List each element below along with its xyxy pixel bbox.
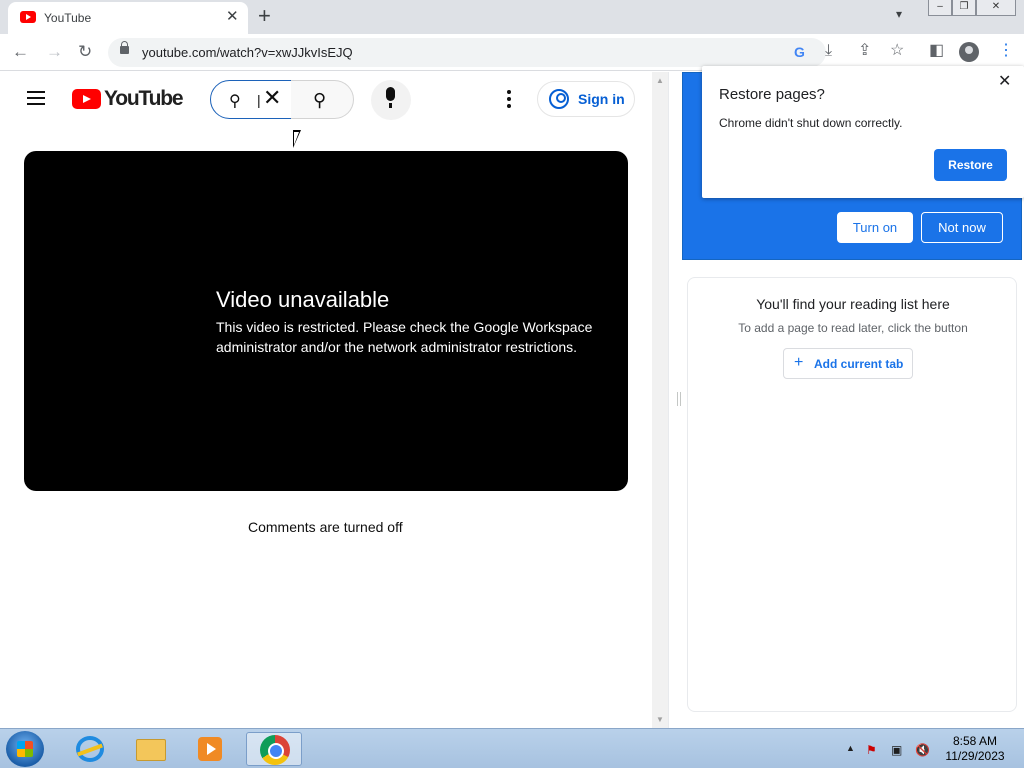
search-icon: ⚲ [229, 93, 241, 110]
show-hidden-icons-icon[interactable]: ▲ [846, 743, 855, 753]
resize-handle[interactable] [677, 392, 681, 406]
add-current-tab-label: Add current tab [814, 357, 904, 371]
turn-on-button[interactable]: Turn on [837, 212, 913, 243]
install-icon[interactable]: ⤓ [825, 42, 832, 60]
youtube-favicon-icon [20, 11, 36, 23]
minimize-button[interactable]: – [928, 0, 952, 16]
account-circle-icon [549, 89, 569, 109]
reading-list-subtitle: To add a page to read later, click the b… [738, 321, 968, 335]
google-icon[interactable]: G [794, 43, 805, 61]
search-button[interactable]: ⚲ [291, 80, 354, 119]
page-scrollbar[interactable]: ▲ ▼ [652, 72, 668, 728]
clock-time: 8:58 AM [952, 734, 998, 748]
add-current-tab-button[interactable]: + Add current tab [783, 348, 913, 379]
not-now-button[interactable]: Not now [921, 212, 1003, 243]
settings-more-icon[interactable] [507, 90, 511, 110]
restore-button[interactable]: Restore [934, 149, 1007, 181]
profile-icon[interactable] [959, 42, 979, 62]
video-unavailable-message: This video is restricted. Please check t… [216, 319, 593, 355]
restore-pages-dialog: Restore pages? Chrome didn't shut down c… [702, 66, 1024, 198]
share-icon[interactable]: ⇪ [858, 42, 871, 60]
volume-muted-icon[interactable]: 🔇 [915, 743, 930, 757]
restore-dialog-message: Chrome didn't shut down correctly. [719, 116, 903, 130]
clock-date: 11/29/2023 [945, 749, 1005, 763]
tab-strip: YouTube ✕ + ▾ – ❐ ✕ [0, 0, 1024, 34]
taskbar: ▲ ⚑ ▣ 🔇 8:58 AM 11/29/2023 [0, 728, 1024, 768]
voice-search-button[interactable] [371, 80, 411, 120]
lock-icon[interactable] [120, 41, 129, 54]
youtube-logo-text: YouTube [104, 87, 184, 110]
media-player-icon [198, 737, 222, 761]
close-icon[interactable]: ✕ [998, 73, 1011, 91]
network-icon[interactable]: ▣ [891, 743, 902, 757]
reload-icon[interactable]: ↻ [78, 42, 92, 62]
url-text[interactable]: youtube.com/watch?v=xwJJkvIsEJQ [142, 45, 353, 60]
scroll-down-icon[interactable]: ▼ [656, 715, 664, 724]
tab-youtube[interactable]: YouTube ✕ [8, 2, 248, 34]
search-input-value[interactable]: | [257, 92, 261, 108]
reading-list-title: You'll find your reading list here [756, 296, 950, 312]
clear-search-icon[interactable]: ✕ [263, 86, 281, 110]
tab-search-icon[interactable]: ▾ [896, 7, 902, 21]
video-unavailable-title: Video unavailable [216, 287, 390, 312]
plus-icon: + [794, 354, 804, 371]
youtube-play-icon [72, 89, 101, 109]
chrome-icon [260, 735, 290, 765]
internet-explorer-icon [76, 736, 104, 762]
close-window-button[interactable]: ✕ [976, 0, 1016, 16]
sign-in-label: Sign in [578, 91, 625, 107]
comments-status: Comments are turned off [248, 519, 403, 535]
tab-title: YouTube [44, 11, 92, 25]
forward-icon[interactable]: → [46, 42, 63, 62]
taskbar-media-player[interactable] [182, 732, 238, 766]
file-explorer-icon [136, 739, 166, 761]
reading-list-card: You'll find your reading list here To ad… [687, 277, 1017, 712]
menu-icon[interactable]: ⋮ [998, 42, 1014, 60]
sign-in-button[interactable]: Sign in [537, 81, 635, 117]
search-icon: ⚲ [313, 90, 327, 110]
new-tab-button[interactable]: + [258, 4, 271, 28]
tab-close-icon[interactable]: ✕ [226, 9, 239, 25]
side-panel-icon[interactable]: ◧ [929, 42, 944, 60]
search-input[interactable]: ⚲ | ✕ [210, 80, 292, 119]
taskbar-file-explorer[interactable] [122, 732, 178, 766]
youtube-page: YouTube ⚲ | ✕ ⚲ Sign in Video unavailabl… [0, 72, 668, 728]
back-icon[interactable]: ← [12, 42, 29, 62]
restore-dialog-title: Restore pages? [719, 86, 825, 103]
action-center-flag-icon[interactable]: ⚑ [866, 743, 877, 757]
system-clock[interactable]: 8:58 AM 11/29/2023 [944, 734, 1006, 764]
guide-menu-icon[interactable] [27, 91, 45, 105]
start-button[interactable] [6, 731, 44, 767]
scroll-up-icon[interactable]: ▲ [656, 76, 664, 85]
address-bar[interactable]: youtube.com/watch?v=xwJJkvIsEJQ G [108, 38, 826, 67]
taskbar-internet-explorer[interactable] [62, 732, 118, 766]
microphone-icon [386, 87, 395, 108]
restore-window-button[interactable]: ❐ [952, 0, 976, 16]
taskbar-chrome[interactable] [246, 732, 302, 766]
mouse-cursor-icon [293, 130, 301, 148]
video-player[interactable]: Video unavailable This video is restrict… [24, 151, 628, 491]
bookmark-star-icon[interactable]: ☆ [890, 42, 904, 60]
